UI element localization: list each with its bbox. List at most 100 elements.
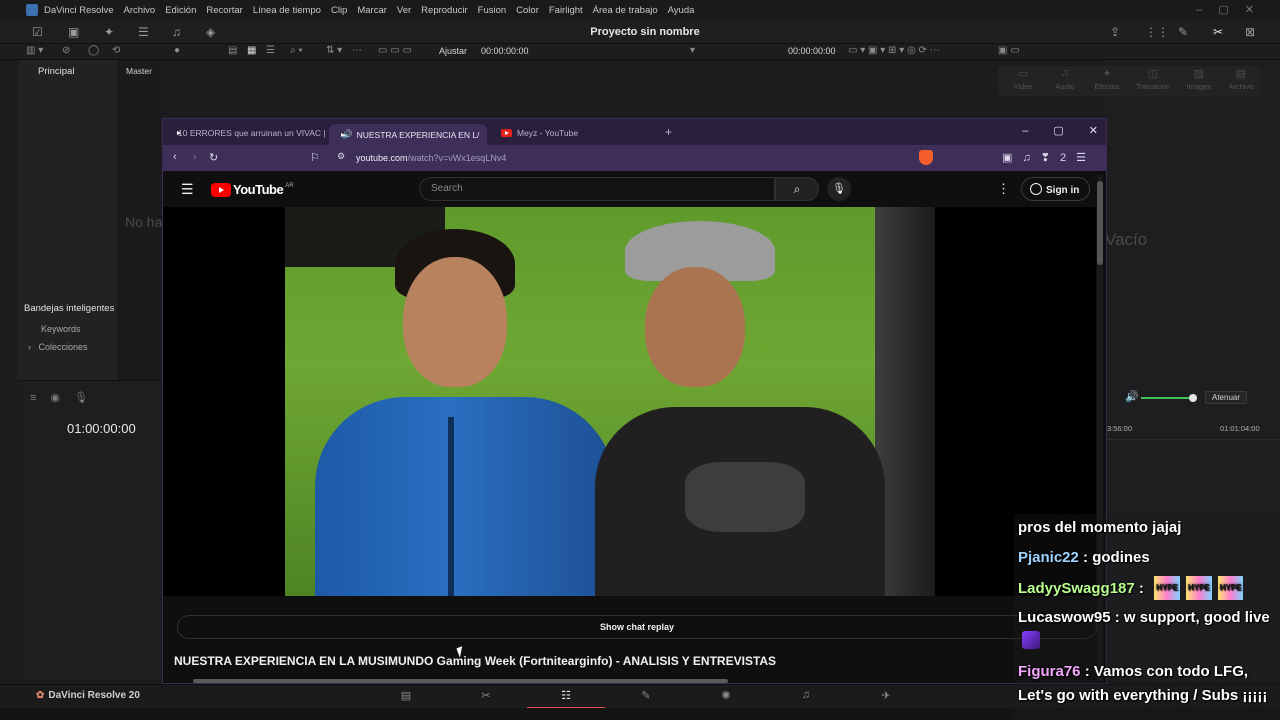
fullscreen-icon[interactable]: ▣ ▭ (998, 45, 1020, 56)
color-page-icon[interactable]: ✺ (687, 689, 765, 702)
address-bar[interactable]: youtube.com/watch?v=vWx1esqLNv4 (356, 153, 506, 163)
cut-page-icon[interactable]: ✂ (447, 689, 525, 702)
show-chat-replay-button[interactable]: Show chat replay (177, 615, 1097, 639)
menu-ver[interactable]: Ver (397, 5, 411, 16)
close-window-icon[interactable]: ✕ (1089, 125, 1098, 137)
person-left-face (403, 257, 507, 387)
menu-marcar[interactable]: Marcar (357, 5, 387, 16)
atenuar-button[interactable]: Atenuar (1205, 391, 1248, 404)
viewer-options-icon[interactable]: ▭ ▾ ▣ ▾ ⊞ ▾ ◎ ⟳ ⋯ (848, 45, 940, 56)
menu-icon[interactable]: ☰ (1076, 152, 1096, 164)
youtube-header: ☰ YouTube AR Search ⌕ 🎙 ⋮ Sign in (163, 171, 1096, 207)
chat-message: LadyySwagg187 : HYPE HYPE HYPE (1018, 576, 1278, 601)
page-scrollbar-thumb[interactable] (1097, 181, 1103, 265)
video-tab-icon: ▭ (1017, 68, 1029, 80)
bookmark-icon[interactable]: ⚐ (310, 151, 320, 164)
fairlight-page-icon[interactable]: ♫ (767, 689, 845, 701)
search-icon[interactable]: ⌕ ▾ (290, 45, 303, 56)
tab-transicion[interactable]: Transición (1132, 82, 1174, 91)
bin-principal[interactable]: Principal (38, 66, 74, 77)
layout-icon[interactable]: ▥ ▾ (26, 45, 43, 56)
browser-tab-3[interactable]: Meyz - YouTube (493, 124, 653, 141)
menu-edicion[interactable]: Edición (165, 5, 196, 16)
menu-reproducir[interactable]: Reproducir (421, 5, 467, 16)
menu-clip[interactable]: Clip (331, 5, 347, 16)
reload-icon[interactable]: ↻ (209, 151, 218, 164)
timeline-ruler[interactable]: 3:56:00 01:01:04:00 (1105, 420, 1280, 440)
horizontal-scrollbar[interactable] (193, 679, 728, 683)
slider-dot-icon[interactable]: ● (174, 45, 180, 56)
microphone-icon: 🎙 (832, 183, 846, 195)
sort-icon[interactable]: ⇅ ▾ (326, 45, 342, 56)
browser-tab-1[interactable]: 10 ERRORES que arruinan un VIVAC | (165, 124, 325, 141)
menu-fusion[interactable]: Fusion (478, 5, 507, 16)
mixer-icon[interactable]: ⋮⋮ (1145, 25, 1169, 39)
volume-slider-knob[interactable] (1189, 394, 1197, 402)
comment-icon[interactable]: ◯ (88, 45, 99, 56)
menu-ayuda[interactable]: Ayuda (668, 5, 695, 16)
forward-icon[interactable]: › (193, 151, 197, 163)
youtube-menu-icon[interactable]: ☰ (181, 181, 194, 198)
resolve-window-controls[interactable]: –▢✕ (1196, 3, 1270, 16)
link-icon[interactable]: ⊘ (62, 45, 70, 56)
menu-area-de-trabajo[interactable]: Área de trabajo (593, 5, 658, 16)
timecode-dropdown-icon[interactable]: ▾ (690, 45, 695, 56)
edit-page-icon[interactable]: ☷ (527, 689, 605, 709)
youtube-search-button[interactable]: ⌕ (775, 177, 819, 201)
audio-volume-row: 🔊 Atenuar (1105, 390, 1280, 406)
tab-video[interactable]: Video (1002, 82, 1044, 91)
minimize-icon[interactable]: – (1022, 125, 1028, 137)
share-icon[interactable]: ⇪ (1110, 25, 1120, 39)
fusion-page-icon[interactable]: ✎ (607, 689, 685, 702)
sync-icon[interactable]: ⟲ (112, 45, 120, 56)
menu-color[interactable]: Color (516, 5, 539, 16)
voice-search-button[interactable]: 🎙 (827, 177, 851, 201)
media-icon[interactable]: ♫ (1023, 152, 1041, 164)
menu-linea-de-tiempo[interactable]: Línea de tiempo (253, 5, 321, 16)
expand-icon[interactable]: ⊠ (1245, 25, 1255, 39)
bin-master[interactable]: Master (126, 66, 152, 76)
menu-recortar[interactable]: Recortar (206, 5, 242, 16)
sidebar-icon[interactable]: ▣ (1002, 152, 1022, 164)
site-info-icon[interactable]: ⚙ (337, 151, 345, 162)
metadata-icon[interactable]: ✎ (1178, 25, 1188, 39)
brave-shields-icon[interactable] (919, 150, 933, 165)
browser-tab-2[interactable]: 🔊 NUESTRA EXPERIENCIA EN L/ ✕ (329, 124, 487, 145)
menu-fairlight[interactable]: Fairlight (549, 5, 583, 16)
media-page-icon[interactable]: ▤ (367, 689, 445, 702)
settings-kebab-icon[interactable]: ⋮ (997, 181, 1010, 197)
empty-timeline-text: Vacío (1105, 230, 1148, 249)
viewer-mode-icon[interactable]: ▭ ▭ ▭ (378, 45, 412, 56)
smart-bin-collections[interactable]: › Colecciones (28, 342, 88, 352)
new-tab-icon[interactable]: + (665, 125, 672, 139)
chat-text: : w support, good live (1114, 609, 1270, 626)
youtube-logo[interactable]: YouTube AR (211, 182, 294, 197)
list-view-icon[interactable]: ▤ (228, 45, 237, 56)
emote-icon (1022, 631, 1040, 649)
tab-efectos[interactable]: Efectos (1086, 82, 1128, 91)
tab-archivo[interactable]: Archivo (1220, 82, 1262, 91)
more-icon[interactable]: ⋯ (352, 45, 362, 56)
zoom-select[interactable]: Ajustar (439, 46, 467, 56)
menu-archivo[interactable]: Archivo (124, 5, 156, 16)
tools-icon[interactable]: ✂ (1213, 25, 1223, 39)
audio-track-icons[interactable]: ≡◉🎙 (30, 391, 102, 404)
empty-media-pool-text: No ha (125, 214, 163, 230)
detail-view-icon[interactable]: ☰ (266, 45, 275, 56)
maximize-icon[interactable]: ▢ (1053, 125, 1063, 137)
transition-tab-icon: ◫ (1147, 68, 1159, 80)
volume-slider-track[interactable] (1141, 397, 1193, 399)
sign-in-button[interactable]: Sign in (1021, 177, 1091, 201)
extensions-icon[interactable]: ❣ (1041, 152, 1060, 164)
hype-emote: HYPE (1185, 576, 1212, 600)
back-icon[interactable]: ‹ (173, 151, 177, 163)
video-player[interactable] (163, 207, 1096, 596)
youtube-search-input[interactable]: Search (419, 177, 775, 201)
volume-icon[interactable]: 🔊 (1125, 390, 1139, 403)
chat-username: LadyySwagg187 (1018, 580, 1135, 597)
tab-imagen[interactable]: Imagen (1178, 82, 1220, 91)
grid-view-icon[interactable]: ▦ (247, 45, 256, 56)
deliver-page-icon[interactable]: ✈ (847, 689, 925, 702)
tab-audio[interactable]: Audio (1044, 82, 1086, 91)
smart-bin-keywords[interactable]: Keywords (41, 324, 81, 334)
